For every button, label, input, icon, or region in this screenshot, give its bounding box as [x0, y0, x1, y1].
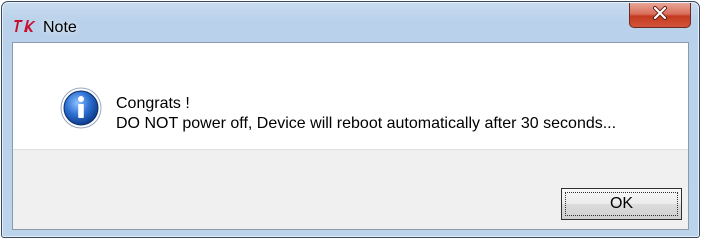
info-icon — [60, 87, 102, 129]
ok-button-label: OK — [609, 195, 634, 212]
tk-feather-icon — [14, 18, 36, 34]
message-text: DO NOT power off, Device will reboot aut… — [116, 115, 617, 132]
close-icon — [652, 5, 668, 25]
dialog-window: Note Congrats ! DO NOT power off, Device… — [1, 1, 700, 238]
ok-button[interactable]: OK — [561, 188, 682, 220]
message-title: Congrats ! — [116, 95, 190, 112]
title-bar[interactable]: Note — [2, 2, 699, 42]
dialog-body: Congrats ! DO NOT power off, Device will… — [12, 42, 689, 230]
window-title: Note — [43, 19, 77, 36]
close-button[interactable] — [629, 3, 691, 28]
